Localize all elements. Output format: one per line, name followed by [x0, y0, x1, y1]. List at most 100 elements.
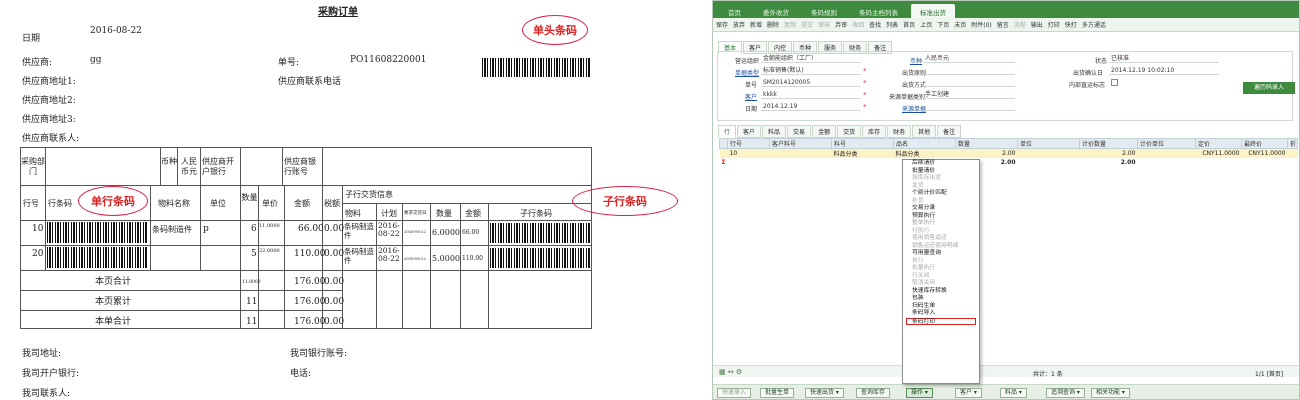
- ship-rule-field[interactable]: [923, 67, 1015, 75]
- menu-item-7[interactable]: 预算执行: [903, 213, 979, 221]
- ship-mode-field[interactable]: [923, 79, 1015, 87]
- toolbar-button-2[interactable]: 新增: [750, 20, 762, 29]
- bottom-button-8[interactable]: 相关功能 ▾: [1091, 388, 1130, 398]
- row2-sub-amt: 110.00: [462, 255, 483, 262]
- col-final-price[interactable]: 最终价: [1241, 138, 1288, 149]
- tab-standard-ship[interactable]: 标准出货: [911, 4, 955, 18]
- bottom-button-2[interactable]: 快速出货 ▾: [805, 388, 844, 398]
- tab-outsource-receive[interactable]: 委外收货: [754, 4, 798, 18]
- line-tab-stock[interactable]: 库存: [862, 125, 887, 138]
- toolbar-button-13[interactable]: 下页: [937, 20, 949, 29]
- menu-item-14[interactable]: 批量执行: [903, 265, 979, 273]
- col-price-unit[interactable]: 计价单位: [1137, 138, 1196, 149]
- toolbar-button-7[interactable]: 弃审: [835, 20, 847, 29]
- tab-home[interactable]: 首页: [719, 4, 750, 18]
- menu-item-19[interactable]: 扫码生单: [903, 303, 979, 311]
- toolbar-button-18[interactable]: 输出: [1031, 20, 1043, 29]
- toolbar-button-16[interactable]: 留言: [997, 20, 1009, 29]
- toolbar-button-15[interactable]: 附件(0): [971, 20, 992, 29]
- menu-item-9[interactable]: 行执行: [903, 228, 979, 236]
- grid-header: 行号 客户料号 料号 品名 数量 单位 计价数量 计价单位 定价 最终价 折: [719, 138, 1298, 149]
- toolbar-button-5[interactable]: 提交: [801, 20, 813, 29]
- toolbar-button-14[interactable]: 末页: [954, 20, 966, 29]
- org-field[interactable]: 金朝能组织（工厂）: [761, 55, 861, 63]
- toolbar-button-9[interactable]: 查找: [869, 20, 881, 29]
- col-price[interactable]: 定价: [1195, 138, 1242, 149]
- inner-ship-checkbox[interactable]: [1111, 79, 1118, 86]
- menu-item-4[interactable]: 个别计价匹配: [903, 190, 979, 198]
- menu-item-6[interactable]: 交易分录: [903, 205, 979, 213]
- toolbar-button-17[interactable]: 流程: [1014, 20, 1026, 29]
- col-price-qty[interactable]: 计价数量: [1079, 138, 1138, 149]
- menu-item-17[interactable]: 快速库存转换: [903, 288, 979, 296]
- tab-barcode-rule[interactable]: 条码规则: [802, 4, 846, 18]
- menu-item-8[interactable]: 整单执行: [903, 220, 979, 228]
- source-doc-field[interactable]: [923, 103, 1015, 111]
- bottom-button-3[interactable]: 查询库存: [856, 388, 891, 398]
- menu-item-18[interactable]: 包装: [903, 295, 979, 303]
- toolbar-button-4[interactable]: 复制: [784, 20, 796, 29]
- col-line[interactable]: 行号: [727, 138, 770, 149]
- line-tab-row[interactable]: 行: [718, 125, 737, 138]
- col-cust-part[interactable]: 客户料号: [769, 138, 832, 149]
- col-name[interactable]: 品名: [893, 138, 956, 149]
- toolbar-button-1[interactable]: 放弃: [733, 20, 745, 29]
- line-tab-item[interactable]: 料品: [762, 125, 787, 138]
- pager[interactable]: 1/1 [首页]: [1255, 369, 1283, 378]
- tab-barcode-list[interactable]: 条码主档列表: [850, 4, 907, 18]
- doctype-label[interactable]: 单据类型: [735, 68, 759, 77]
- menu-item-15[interactable]: 行关闭: [903, 273, 979, 281]
- customer-field[interactable]: kkkk: [761, 91, 861, 99]
- col-qty[interactable]: 数量: [955, 138, 1018, 149]
- date-field[interactable]: 2014.12.19: [761, 103, 861, 111]
- doctype-field[interactable]: 标准销售(默认): [761, 67, 861, 75]
- toolbar-button-19[interactable]: 打印: [1048, 20, 1060, 29]
- line-tab-delivery[interactable]: 交货: [837, 125, 862, 138]
- bottom-button-5[interactable]: 客户 ▾: [955, 388, 982, 398]
- sum-page-price: 11.0000: [242, 280, 261, 285]
- menu-item-12[interactable]: 可用量查询: [903, 250, 979, 258]
- toolbar-button-3[interactable]: 删除: [767, 20, 779, 29]
- menu-item-20[interactable]: 条码导入: [903, 310, 979, 318]
- toolbar-button-8[interactable]: 收回: [852, 20, 864, 29]
- grid-tools-icon[interactable]: ▦ ↔ ⚙: [719, 368, 742, 376]
- bottom-button-7[interactable]: 追溯查询 ▾: [1046, 388, 1085, 398]
- toolbar-button-10[interactable]: 列表: [886, 20, 898, 29]
- bottom-button-4[interactable]: 操作 ▾: [906, 388, 933, 398]
- menu-item-11[interactable]: 销售返还使用明细: [903, 243, 979, 251]
- bottom-button-6[interactable]: 料品 ▾: [1000, 388, 1027, 398]
- menu-item-0[interactable]: 后续请价: [903, 160, 979, 168]
- col-unit[interactable]: 单位: [1017, 138, 1080, 149]
- barcode-entry-button[interactable]: 遍历码录入: [1243, 82, 1295, 94]
- col-part[interactable]: 料号: [831, 138, 894, 149]
- customer-label[interactable]: 客户: [745, 92, 757, 101]
- docno-field[interactable]: SM2014120005: [761, 79, 861, 87]
- line-tab-other[interactable]: 其他: [912, 125, 937, 138]
- table-row[interactable]: 10 料品分类 料品分类 2.00 2.00 CNY11.0000 CNY11.…: [719, 148, 1298, 158]
- line-tab-amount[interactable]: 金额: [812, 125, 837, 138]
- line-tab-customer[interactable]: 客户: [737, 125, 762, 138]
- source-type-field[interactable]: 手工创建: [923, 91, 1015, 99]
- currency-field[interactable]: 人民币元: [923, 55, 1015, 63]
- toolbar-button-6[interactable]: 审核: [818, 20, 830, 29]
- col-discount[interactable]: 折: [1287, 138, 1298, 149]
- menu-item-10[interactable]: 使用销售返还: [903, 235, 979, 243]
- toolbar-button-21[interactable]: 多方通话: [1082, 20, 1106, 29]
- menu-item-21[interactable]: 条码打印: [906, 317, 976, 325]
- bottom-button-1[interactable]: 批量生单: [760, 388, 795, 398]
- currency-label[interactable]: 币种: [910, 56, 922, 65]
- toolbar-button-20[interactable]: 快打: [1065, 20, 1077, 29]
- menu-item-5[interactable]: 补货: [903, 198, 979, 206]
- bottom-button-0[interactable]: 快速录入: [717, 388, 752, 398]
- menu-item-3[interactable]: 发货: [903, 183, 979, 191]
- toolbar-button-12[interactable]: 上页: [920, 20, 932, 29]
- menu-item-2[interactable]: 按库存出货: [903, 175, 979, 183]
- line-tab-trade[interactable]: 交易: [787, 125, 812, 138]
- menu-item-1[interactable]: 批量请价: [903, 168, 979, 176]
- menu-item-13[interactable]: 执行: [903, 258, 979, 266]
- line-tab-finance[interactable]: 财务: [887, 125, 912, 138]
- menu-item-16[interactable]: 取消关闭: [903, 280, 979, 288]
- line-tab-note[interactable]: 备注: [937, 125, 962, 138]
- toolbar-button-11[interactable]: 首页: [903, 20, 915, 29]
- toolbar-button-0[interactable]: 保存: [716, 20, 728, 29]
